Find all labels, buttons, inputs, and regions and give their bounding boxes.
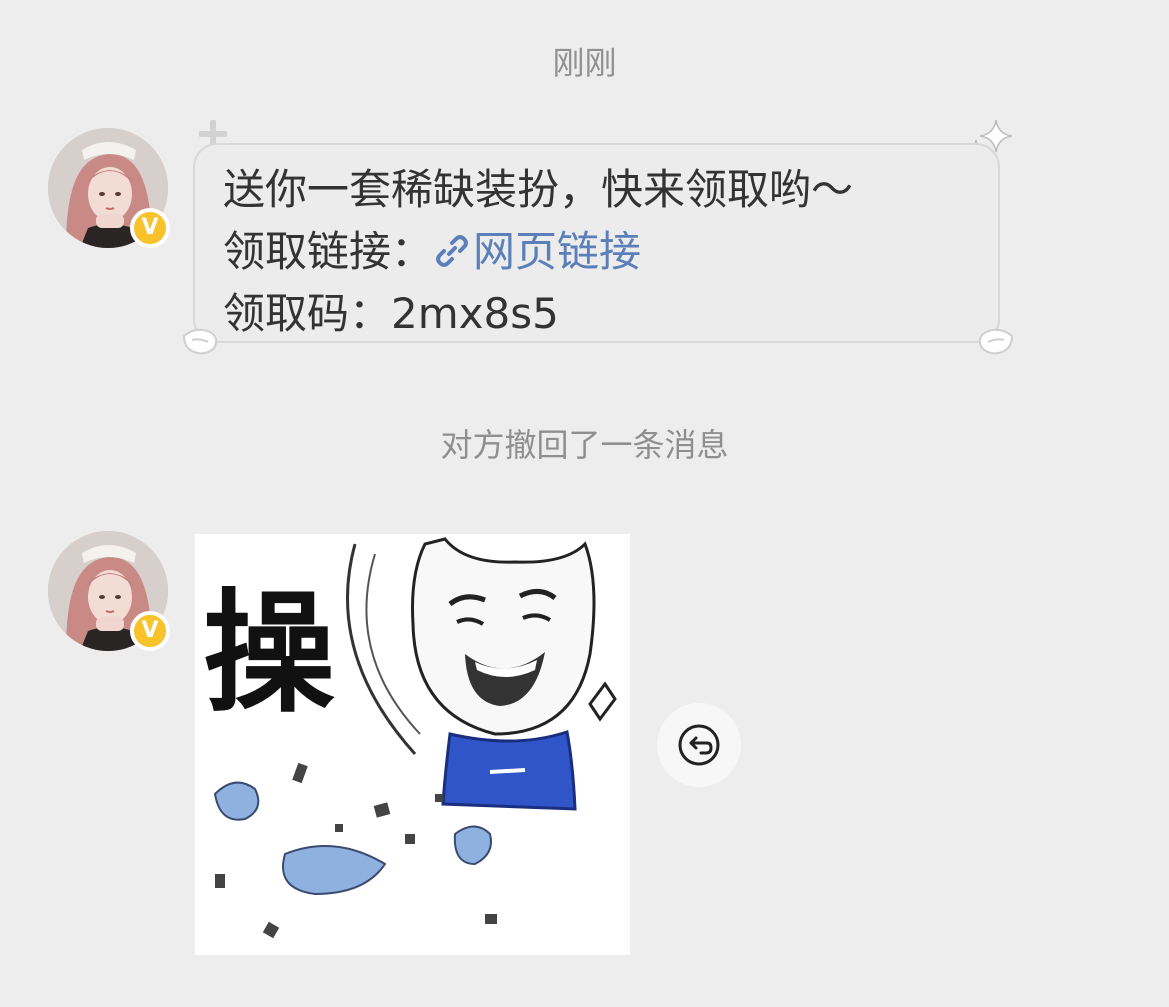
message-timestamp: 刚刚 — [552, 44, 617, 82]
verified-badge: V — [130, 611, 170, 651]
sender-avatar[interactable]: V — [48, 128, 170, 248]
web-link[interactable]: 网页链接 — [433, 227, 641, 276]
message-line-2: 领取链接： 网页链接 — [223, 221, 970, 283]
verified-badge: V — [130, 208, 170, 248]
link-icon — [436, 235, 469, 267]
wing-right-icon — [974, 322, 1016, 362]
undo-arrow-icon — [678, 724, 720, 766]
sender-avatar[interactable]: V — [48, 531, 170, 651]
message-line-3: 领取码：2mx8s5 — [223, 289, 559, 338]
link-label: 领取链接： — [223, 227, 434, 276]
undo-button[interactable] — [657, 703, 741, 787]
sticker-image[interactable]: 操 — [195, 534, 630, 955]
message-bubble[interactable]: 送你一套稀缺装扮，快来领取哟～ 领取链接： 网页链接 领取码：2mx8s5 — [193, 143, 1000, 343]
wing-left-icon — [180, 322, 222, 362]
sticker-caption: 操 — [203, 576, 335, 731]
message-line-1: 送你一套稀缺装扮，快来领取哟～ — [223, 165, 854, 214]
web-link-text: 网页链接 — [473, 227, 642, 276]
recall-notice: 对方撤回了一条消息 — [440, 426, 729, 464]
